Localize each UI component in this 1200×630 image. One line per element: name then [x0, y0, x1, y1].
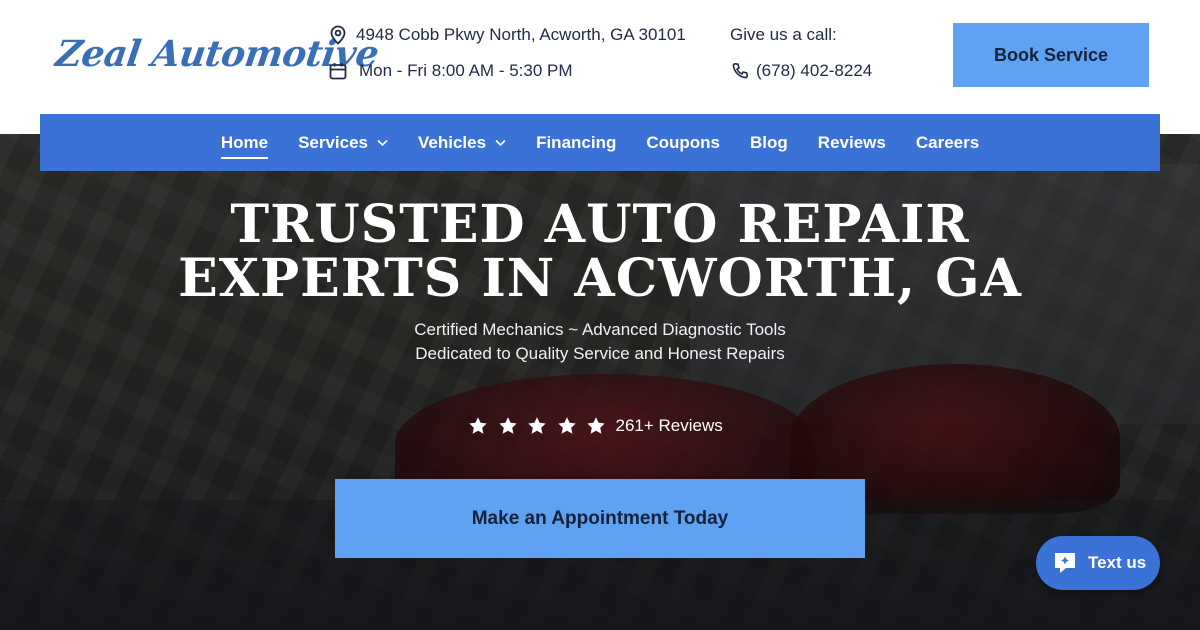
calendar-icon [328, 61, 348, 81]
make-appointment-button[interactable]: Make an Appointment Today [335, 479, 865, 558]
hero: TRUSTED AUTO REPAIR EXPERTS IN ACWORTH, … [0, 134, 1200, 630]
hero-subtitle-2: Dedicated to Quality Service and Honest … [415, 344, 785, 363]
phone-link[interactable]: (678) 402-8224 [730, 61, 872, 81]
nav-item-label: Reviews [817, 132, 886, 152]
hero-subtitle-1: Certified Mechanics ~ Advanced Diagnosti… [414, 320, 786, 339]
call-label-text: Give us a call: [730, 25, 837, 44]
nav-item-label: Blog [750, 132, 788, 152]
star-icon [498, 417, 517, 434]
nav-item-label: Coupons [646, 132, 721, 152]
hero-headline: TRUSTED AUTO REPAIR EXPERTS IN ACWORTH, … [0, 198, 1200, 306]
rating-stars [468, 416, 616, 436]
nav-item-home[interactable]: Home [220, 114, 269, 171]
phone-icon [730, 61, 750, 81]
logo[interactable]: Zeal Automotive [53, 28, 381, 80]
nav-item-careers[interactable]: Careers [916, 114, 979, 171]
nav-item-label: Services [298, 132, 369, 152]
nav-item-label: Financing [536, 132, 617, 152]
hero-headline-line2: EXPERTS IN ACWORTH, GA [178, 248, 1022, 309]
text-us-label: Text us [1088, 553, 1147, 572]
nav-item-label: Careers [915, 132, 980, 152]
text-us-button[interactable]: Text us [1036, 536, 1160, 590]
nav-item-label: Vehicles [418, 132, 487, 152]
chat-icon [1055, 553, 1075, 573]
hours-text: Mon - Fri 8:00 AM - 5:30 PM [359, 61, 573, 80]
book-service-button[interactable]: Book Service [953, 23, 1149, 87]
nav-item-services[interactable]: Services [298, 114, 388, 171]
star-icon [528, 417, 546, 434]
star-icon [469, 417, 487, 434]
nav-item-vehicles[interactable]: Vehicles [418, 114, 506, 171]
star-icon [557, 417, 576, 434]
call-label: Give us a call: [730, 25, 837, 45]
chevron-down-icon [495, 139, 506, 146]
business-hours: Mon - Fri 8:00 AM - 5:30 PM [328, 61, 573, 81]
nav-item-label: Home [220, 132, 269, 152]
star-icon [587, 417, 605, 434]
address-text: 4948 Cobb Pkwy North, Acworth, GA 30101 [356, 25, 686, 44]
reviews-rating[interactable]: 261+ Reviews [468, 416, 723, 436]
nav-item-blog[interactable]: Blog [750, 114, 788, 171]
nav-item-financing[interactable]: Financing [536, 114, 616, 171]
nav-item-reviews[interactable]: Reviews [818, 114, 886, 171]
nav-item-coupons[interactable]: Coupons [646, 114, 720, 171]
address[interactable]: 4948 Cobb Pkwy North, Acworth, GA 30101 [328, 25, 686, 45]
chevron-down-icon [377, 139, 388, 146]
reviews-count: 261+ Reviews [615, 416, 723, 435]
hero-headline-line1: TRUSTED AUTO REPAIR [230, 194, 970, 255]
phone-text: (678) 402-8224 [756, 61, 873, 80]
main-nav: Home Services Vehicles Financing Coupons… [40, 114, 1160, 171]
map-pin-icon [328, 25, 348, 45]
